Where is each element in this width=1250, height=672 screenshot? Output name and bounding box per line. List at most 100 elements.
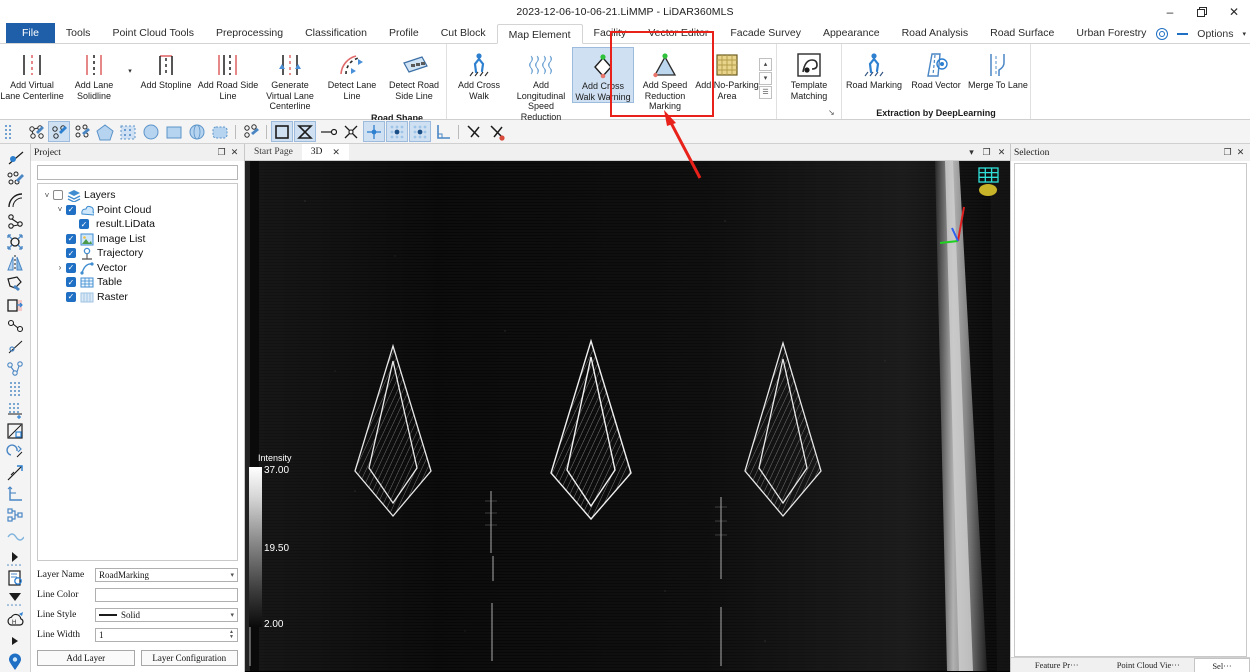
tree-item-vector[interactable]: › ✓ Vector (41, 261, 237, 276)
tree-item-layers[interactable]: ˅ Layers (41, 188, 237, 203)
tree-expander-icon[interactable]: ˅ (54, 205, 66, 214)
add-cross-walk-button[interactable]: Add Cross Walk (448, 47, 510, 101)
help-icon[interactable] (1156, 28, 1169, 40)
triangle-node-icon[interactable] (3, 211, 28, 231)
ribbon-tab-urban-forestry[interactable]: Urban Forestry (1065, 23, 1157, 43)
spinner-cell[interactable]: ▴ (759, 58, 772, 71)
add-longitudinal-speed-reduction-button[interactable]: Add Longitudinal Speed Reduction (510, 47, 572, 122)
ribbon-tab-facility[interactable]: Facility (583, 23, 638, 43)
rect-fill-icon[interactable] (163, 121, 185, 142)
square-select-icon[interactable] (271, 121, 293, 142)
grip-handle-icon[interactable] (2, 121, 24, 142)
selection-panel-close-button[interactable]: ✕ (1234, 147, 1247, 158)
arc-icon[interactable] (3, 190, 28, 210)
tree-expander-icon[interactable]: › (54, 263, 66, 272)
view-tab-menu-button[interactable]: ▾ (965, 147, 978, 158)
measure-arrow-icon[interactable] (3, 463, 28, 483)
add-virtual-lane-centerline-button[interactable]: Add Virtual Lane Centerline (0, 47, 64, 101)
restore-button[interactable] (1186, 0, 1218, 24)
grid-points-icon[interactable] (386, 121, 408, 142)
tree-item-result-lidata[interactable]: ✓ result.LiData (41, 217, 237, 232)
ribbon-tab-preprocessing[interactable]: Preprocessing (205, 23, 294, 43)
point-cluster-icon[interactable] (3, 169, 28, 189)
hierarchy-icon[interactable] (3, 505, 28, 525)
ribbon-tab-point-cloud-tools[interactable]: Point Cloud Tools (101, 23, 205, 43)
small-points-icon[interactable] (3, 337, 28, 357)
tree-item-table[interactable]: ✓ Table (41, 275, 237, 290)
angle-icon[interactable] (463, 121, 485, 142)
selection-panel-body[interactable] (1014, 163, 1247, 657)
layer-name-select[interactable]: RoadMarking ▾ (95, 568, 238, 582)
template-matching-button[interactable]: Template Matching (778, 47, 840, 101)
ribbon-tab-tools[interactable]: Tools (55, 23, 102, 43)
spinner-cell[interactable]: ▾ (759, 72, 772, 85)
tree-item-raster[interactable]: ✓ Raster (41, 290, 237, 305)
options-button[interactable]: Options (1197, 28, 1233, 40)
minimize-button[interactable]: – (1154, 0, 1186, 24)
hourglass-select-icon[interactable] (294, 121, 316, 142)
tree-item-trajectory[interactable]: ✓ Trajectory (41, 246, 237, 261)
tree-checkbox[interactable]: ✓ (66, 204, 76, 215)
angle-delete-icon[interactable] (486, 121, 508, 142)
expand-circle-icon[interactable] (3, 232, 28, 252)
dock-tab-2[interactable]: Sel··· (1194, 658, 1250, 672)
cloud-h-icon[interactable]: H (3, 610, 28, 630)
ribbon-tab-map-element[interactable]: Map Element (496, 24, 583, 44)
stepper-arrows-icon[interactable]: ▲ ▼ (229, 630, 234, 640)
add-road-side-line-button[interactable]: Add Road Side Line (197, 47, 259, 101)
line-color-swatch[interactable] (95, 588, 238, 602)
ribbon-tab-road-surface[interactable]: Road Surface (979, 23, 1065, 43)
ribbon-tab-classification[interactable]: Classification (294, 23, 378, 43)
road-vector-button[interactable]: Road Vector (905, 47, 967, 91)
mirror-icon[interactable] (3, 253, 28, 273)
wave-icon[interactable] (3, 526, 28, 546)
add-layer-button[interactable]: Add Layer (37, 650, 135, 666)
dashed-lines-plus-icon[interactable] (3, 400, 28, 420)
crop-icon[interactable] (3, 421, 28, 441)
add-stopline-button[interactable]: Add Stopline (135, 47, 197, 91)
map-pin-icon[interactable] (3, 652, 28, 672)
selection-panel-float-button[interactable]: ❐ (1221, 147, 1234, 158)
detect-lane-line-button[interactable]: Detect Lane Line (321, 47, 383, 101)
view-tab-close-icon[interactable]: ✕ (332, 147, 340, 158)
axis-corner-icon[interactable] (3, 484, 28, 504)
rect-insert-icon[interactable] (3, 295, 28, 315)
tree-checkbox[interactable]: ✓ (66, 233, 76, 244)
tree-checkbox[interactable]: ✓ (66, 277, 76, 288)
add-cross-walk-warning-button[interactable]: Add Cross Walk Warning (572, 47, 634, 103)
tree-checkbox[interactable]: ✓ (66, 262, 76, 273)
add-lane-solidline-button[interactable]: Add Lane Solidline (63, 47, 125, 101)
add-speed-reduction-marking-button[interactable]: Add Speed Reduction Marking (634, 47, 696, 112)
circle-fill-icon[interactable] (140, 121, 162, 142)
point-line-icon[interactable] (3, 148, 28, 168)
layer-configuration-button[interactable]: Layer Configuration (140, 650, 238, 666)
polygon-icon[interactable] (94, 121, 116, 142)
move-node-icon[interactable] (363, 121, 385, 142)
three-node-icon[interactable] (3, 358, 28, 378)
edit-node-selected-icon[interactable] (48, 121, 70, 142)
document-zoom-icon[interactable] (3, 568, 28, 588)
detect-road-side-line-button[interactable]: Detect Road Side Line (383, 47, 445, 101)
spinner-cell[interactable]: ☰ (759, 86, 772, 99)
ribbon-tab-cut-block[interactable]: Cut Block (430, 23, 497, 43)
project-panel-close-button[interactable]: ✕ (228, 147, 241, 158)
cross-node-icon[interactable] (340, 121, 362, 142)
tree-checkbox[interactable]: ✓ (79, 219, 89, 230)
tree-checkbox[interactable] (53, 190, 63, 201)
view-tab-float-button[interactable]: ❐ (980, 147, 993, 158)
ribbon-tab-profile[interactable]: Profile (378, 23, 430, 43)
tree-checkbox[interactable]: ✓ (66, 291, 76, 302)
lasso-icon[interactable] (3, 274, 28, 294)
collapse-ribbon-icon[interactable] (1177, 33, 1189, 35)
tree-item-image-list[interactable]: ✓ Image List (41, 232, 237, 247)
node-edit-icon[interactable] (240, 121, 262, 142)
merge-to-lane-button[interactable]: Merge To Lane (967, 47, 1029, 91)
ribbon-tab-vector-editor[interactable]: Vector Editor (637, 23, 719, 43)
view-tab-close-button[interactable]: ✕ (995, 147, 1008, 158)
view-tab-3d[interactable]: 3D ✕ (301, 144, 349, 160)
collapse-dotted-icon[interactable] (3, 589, 28, 609)
road-marking-button[interactable]: Road Marking (843, 47, 905, 91)
close-button[interactable]: ✕ (1218, 0, 1250, 24)
two-node-icon[interactable] (3, 316, 28, 336)
dashed-lines-icon[interactable] (3, 379, 28, 399)
